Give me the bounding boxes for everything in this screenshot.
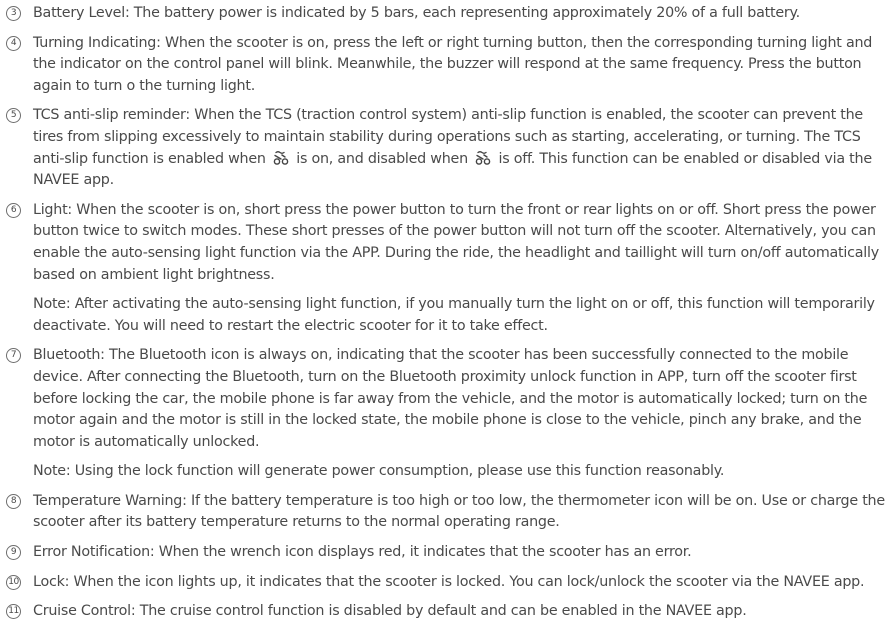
item-number: 11: [6, 604, 21, 620]
item-number: 10: [6, 574, 21, 590]
item-text-part2: is on, and disabled when: [296, 150, 468, 167]
item-number: 5: [6, 108, 21, 124]
item-text: Bluetooth: The Bluetooth icon is always …: [33, 347, 868, 450]
list-item-bluetooth: 7 Bluetooth: The Bluetooth icon is alway…: [6, 345, 885, 453]
item-text: Battery Level: The battery power is indi…: [33, 5, 800, 21]
item-text: Lock: When the icon lights up, it indica…: [33, 573, 865, 590]
item-number: 6: [6, 202, 21, 218]
item-number: 9: [6, 545, 21, 561]
list-item-turning-indicating: 4 Turning Indicating: When the scooter i…: [6, 33, 885, 98]
item-text: Error Notification: When the wrench icon…: [33, 544, 692, 561]
item-number: 3: [6, 6, 21, 21]
list-item-tcs-anti-slip: 5 TCS anti-slip reminder: When the TCS (…: [6, 105, 885, 191]
list-item-error-notification: 9 Error Notification: When the wrench ic…: [6, 542, 885, 564]
item-text: Light: When the scooter is on, short pre…: [33, 201, 879, 283]
note-lock-power: Note: Using the lock function will gener…: [33, 463, 725, 480]
item-text: Temperature Warning: If the battery temp…: [33, 492, 885, 531]
item-number: 7: [6, 348, 21, 364]
list-item-temperature-warning: 8 Temperature Warning: If the battery te…: [6, 491, 885, 534]
list-item-lock: 10 Lock: When the icon lights up, it ind…: [6, 572, 885, 594]
manual-page: 3 Battery Level: The battery power is in…: [0, 0, 895, 633]
note-light: Note: After activating the auto-sensing …: [33, 296, 875, 334]
tcs-icon: [474, 150, 492, 166]
item-number: 8: [6, 493, 21, 509]
item-text: Cruise Control: The cruise control funct…: [33, 603, 747, 620]
list-item-cruise-control: 11 Cruise Control: The cruise control fu…: [6, 601, 885, 623]
tcs-icon: [272, 150, 290, 166]
item-text: Turning Indicating: When the scooter is …: [33, 34, 873, 94]
list-item-battery-level: 3 Battery Level: The battery power is in…: [6, 3, 885, 25]
item-number: 4: [6, 35, 21, 51]
list-item-light: 6 Light: When the scooter is on, short p…: [6, 200, 885, 286]
